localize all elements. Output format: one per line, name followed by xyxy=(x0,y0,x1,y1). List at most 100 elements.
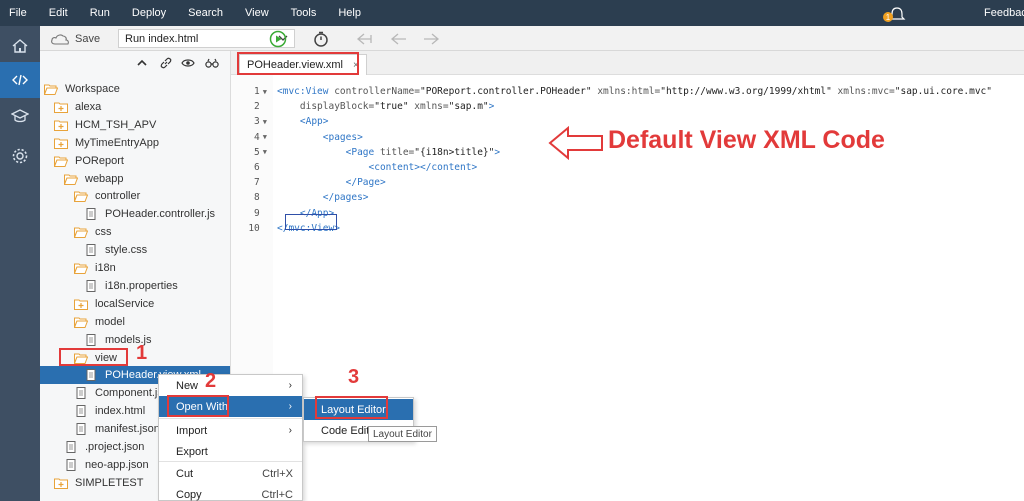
tree-item-label: index.html xyxy=(95,405,146,418)
menu-deploy[interactable]: Deploy xyxy=(132,7,166,19)
file-icon xyxy=(86,208,96,221)
annotation-title: Default View XML Code xyxy=(608,126,885,154)
learning-icon[interactable] xyxy=(0,98,40,134)
code-line: displayBlock= "true" xmlns= "sap.m" > xyxy=(277,101,495,113)
context-menu-item-cut[interactable]: Cut Ctrl+X xyxy=(159,463,302,484)
tree-item[interactable]: MyTimeEntryApp xyxy=(54,134,159,152)
ide-window: File Edit Run Deploy Search View Tools Help 1 F… xyxy=(0,0,1024,501)
context-menu-item-new[interactable]: New › xyxy=(159,375,302,396)
file-icon xyxy=(76,405,86,418)
folder-open-icon xyxy=(44,84,58,95)
link-icon[interactable] xyxy=(159,56,173,70)
tree-item-label: localService xyxy=(95,297,155,310)
tree-item[interactable]: style.css xyxy=(84,241,147,259)
menu-edit[interactable]: Edit xyxy=(49,7,68,19)
line-number: 2▼ xyxy=(254,101,260,113)
tree-item[interactable]: POReport xyxy=(54,152,124,170)
folder-collapsed-icon xyxy=(54,478,68,489)
binoculars-icon[interactable] xyxy=(205,56,219,70)
chevron-right-icon: › xyxy=(288,425,292,436)
folder-open-icon xyxy=(54,156,68,167)
menu-separator xyxy=(159,461,302,462)
tree-item-label: i18n.properties xyxy=(105,279,178,292)
tree-item[interactable]: model xyxy=(74,313,125,331)
feedback-link[interactable]: Feedbac xyxy=(984,7,1024,19)
annotation-box-layout-editor xyxy=(315,396,388,419)
file-icon xyxy=(86,333,96,346)
tree-item[interactable]: alexa xyxy=(54,98,101,116)
tree-item-label: controller xyxy=(95,190,141,203)
menu-tools[interactable]: Tools xyxy=(291,7,317,19)
tree-item[interactable]: Workspace xyxy=(44,80,120,98)
settings-icon[interactable] xyxy=(0,138,40,174)
line-number: 10▼ xyxy=(248,222,260,234)
line-number: 6▼ xyxy=(254,162,260,173)
context-menu-item-import[interactable]: Import › xyxy=(159,420,302,441)
folder-open-icon xyxy=(74,227,88,239)
notification-bell-icon[interactable]: 1 xyxy=(882,5,906,23)
tree-item[interactable]: localService xyxy=(74,295,154,313)
debug-timer-icon[interactable] xyxy=(311,29,331,49)
step-number-3: 3 xyxy=(348,366,360,388)
menu-file[interactable]: File xyxy=(9,7,27,19)
context-menu-item-copy[interactable]: Copy Ctrl+C xyxy=(159,484,302,501)
tree-item[interactable]: neo-app.json xyxy=(64,456,149,474)
code-icon[interactable] xyxy=(0,62,40,98)
tree-item-label: .project.json xyxy=(85,441,145,453)
menu-separator xyxy=(159,418,302,419)
menu-help[interactable]: Help xyxy=(338,7,361,19)
menu-view[interactable]: View xyxy=(245,7,269,19)
step-number-2: 2 xyxy=(205,370,217,392)
step-back-icon[interactable] xyxy=(354,29,374,49)
left-arrow-icon xyxy=(548,126,603,160)
tree-item[interactable]: .project.json xyxy=(64,438,144,456)
activity-bar xyxy=(0,26,40,501)
tree-item[interactable]: SIMPLETEST xyxy=(54,474,143,492)
context-menu-item-export[interactable]: Export xyxy=(159,441,302,462)
run-config-value: Run index.html xyxy=(125,32,199,45)
file-icon xyxy=(66,458,76,471)
code-line: <mvc:View controllerName= "POReport.contr… xyxy=(277,86,992,97)
tree-item-label: style.css xyxy=(105,244,148,257)
tree-item[interactable]: index.html xyxy=(74,402,145,420)
tree-item[interactable]: i18n.properties xyxy=(84,277,178,295)
tree-item[interactable]: POHeader.controller.js xyxy=(84,205,215,223)
folder-open-icon xyxy=(74,317,88,328)
file-icon xyxy=(76,423,86,436)
tree-item-label: alexa xyxy=(75,100,102,113)
code-line: <content></content> xyxy=(277,162,478,173)
tree-item-label: POHeader.controller.js xyxy=(105,208,216,221)
tree-item[interactable]: i18n xyxy=(74,259,116,277)
tree-item[interactable]: controller xyxy=(74,187,140,205)
tree-item-label: manifest.json xyxy=(95,423,160,436)
annotation-box-open-with xyxy=(167,395,229,417)
arrow-left-icon[interactable] xyxy=(389,29,409,49)
file-icon xyxy=(66,441,76,453)
tree-item[interactable]: Component.js xyxy=(74,384,163,402)
tree-item[interactable]: css xyxy=(74,223,112,241)
eye-icon[interactable] xyxy=(181,56,195,70)
tree-item[interactable]: HCM_TSH_APV xyxy=(54,116,156,134)
arrow-right-icon[interactable] xyxy=(421,29,441,49)
tree-item-label: Workspace xyxy=(65,83,120,95)
line-number: 9▼ xyxy=(254,207,260,219)
file-icon xyxy=(86,244,96,257)
tree-item[interactable]: webapp xyxy=(64,170,124,188)
folder-collapsed-icon xyxy=(54,138,68,149)
save-label: Save xyxy=(75,32,101,45)
run-icon[interactable] xyxy=(268,29,288,49)
annotation-box-view-folder xyxy=(59,348,128,366)
code-line: <pages> xyxy=(277,131,363,143)
menu-run[interactable]: Run xyxy=(90,7,110,19)
tree-item[interactable]: manifest.json xyxy=(74,420,160,438)
folder-open-icon xyxy=(74,191,88,203)
chevron-right-icon: › xyxy=(288,380,292,391)
menu-search[interactable]: Search xyxy=(188,7,223,19)
cursor-match-box xyxy=(285,214,337,230)
tree-item-label: HCM_TSH_APV xyxy=(75,118,157,131)
tooltip: Layout Editor xyxy=(368,426,437,442)
home-icon[interactable] xyxy=(0,28,40,64)
collapse-up-icon[interactable] xyxy=(135,56,149,70)
tree-item-label: css xyxy=(95,226,112,239)
save-button[interactable]: Save xyxy=(50,30,100,47)
